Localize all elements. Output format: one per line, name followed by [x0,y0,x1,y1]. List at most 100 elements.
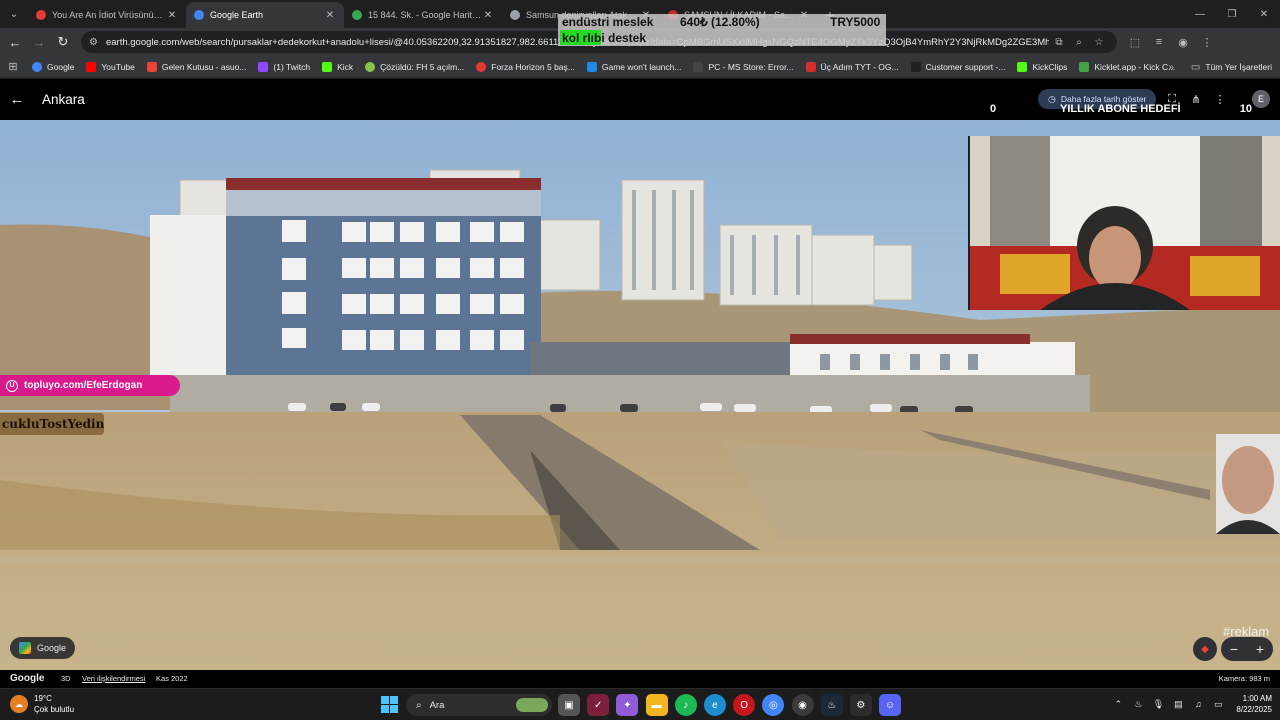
tray-steam-icon[interactable]: ♨ [1128,699,1148,710]
bookmark-twitch[interactable]: (1) Twitch [252,57,316,77]
google-earth-favicon-icon [194,10,204,20]
back-arrow-icon[interactable]: ← [3,30,27,54]
google-earth-logo-icon [19,642,31,654]
all-bookmarks-folder[interactable]: ▭ Tüm Yer İşaretleri [1191,56,1272,78]
restore-icon[interactable]: ❐ [1216,0,1248,28]
bookmark-customer-support[interactable]: Customer support -... [905,57,1012,77]
steam-icon[interactable]: ♨ [820,694,843,716]
tab-search-icon[interactable]: ⌄ [0,0,28,28]
window-controls: — ❐ ✕ [1184,0,1280,28]
minimize-icon[interactable]: — [1184,0,1216,28]
open-in-app-icon[interactable]: ⧉ [1049,37,1069,48]
zoom-magnifier-icon[interactable]: ⌕ [1069,37,1089,48]
discord-icon[interactable]: ☺ [879,694,902,716]
topluyo-icon: U [6,379,18,392]
zoom-out-icon[interactable]: − [1230,641,1238,657]
forward-arrow-icon[interactable]: → [27,30,51,54]
gmail-icon [146,61,157,72]
more-bookmarks-chevron-icon[interactable]: » [1168,56,1174,78]
kick-icon [322,61,333,72]
bookmark-game-launch[interactable]: Game won't launch... [581,57,688,77]
streamer-webcam [968,136,1280,310]
compass-icon[interactable]: ◆ [1193,637,1217,661]
tray-chevron-up-icon[interactable]: ⌃ [1108,699,1128,710]
google-icon [32,61,42,72]
spotify-icon[interactable]: ♪ [674,694,697,716]
copilot-icon[interactable]: ✦ [616,694,639,716]
subscriber-goal-title: YILLIK ABONE HEDEFİ [1060,103,1181,115]
earth-status-bar: Google 3D Veri ilişkilendirmesi Kas 2022… [0,670,1280,688]
file-explorer-icon[interactable]: ▬ [645,694,668,716]
system-tray: ⌃ ♨ 🎙 ▤ ♫ ▭ 1:00 AM 8/22/2025 [1108,693,1272,715]
weather-widget[interactable]: ☁ 19°C Çok bulutlu [10,693,74,715]
data-attribution-link[interactable]: Veri ilişkilendirmesi [82,674,145,683]
bookmark-star-icon[interactable]: ☆ [1089,37,1109,48]
tab-google-maps[interactable]: 15 844. Sk. - Google Haritalar ✕ [344,2,502,28]
apps-grid-icon[interactable]: ⊞ [0,60,26,73]
bookmark-ms-store[interactable]: PC - MS Store: Error... [687,57,799,77]
opera-icon[interactable]: O [733,694,756,716]
edge-icon[interactable]: e [703,694,726,716]
site-info-icon[interactable]: ⚙ [89,37,98,48]
battery-icon[interactable]: ▭ [1208,699,1228,710]
bookmark-gmail[interactable]: Gelen Kutusu - asuo... [141,57,253,77]
close-window-icon[interactable]: ✕ [1248,0,1280,28]
editor-app-icon[interactable]: ✓ [587,694,610,716]
donation-goal-widget: endüstri meslek kol rlıbi destek 640₺ (1… [558,14,886,46]
volume-icon[interactable]: ♫ [1188,699,1208,709]
zoom-in-icon[interactable]: + [1256,641,1264,657]
chrome-icon[interactable]: ◎ [762,694,785,716]
tab-google-earth[interactable]: Google Earth ✕ [186,2,344,28]
close-tab-icon[interactable]: ✕ [482,10,494,21]
search-highlight-icon [516,698,548,712]
bookmark-kicklet[interactable]: Kicklet.app - Kick C... [1073,57,1181,77]
3d-toggle[interactable]: 3D [61,674,71,683]
weather-description: Çok bulutlu [34,705,75,714]
bookmark-kick[interactable]: Kick [316,57,359,77]
zoom-controls: − + [1221,637,1273,661]
bookmark-youtube[interactable]: YouTube [80,57,140,77]
reload-icon[interactable]: ↻ [51,30,75,54]
close-tab-icon[interactable]: ✕ [166,10,178,21]
settings-gear-icon[interactable]: ⚙ [849,694,872,716]
weather-temperature: 19°C [34,694,52,703]
youtube-icon [805,61,816,72]
forum-icon [365,61,376,72]
map-controls: ◆ − + [1193,637,1273,661]
bookmark-forza[interactable]: Forza Horizon 5 baş... [470,57,581,77]
guest-webcam-image [1216,434,1280,534]
taskbar-search[interactable]: ⌕ Ara [406,694,552,716]
extensions-puzzle-icon[interactable]: ⬚ [1123,30,1147,54]
close-tab-icon[interactable]: ✕ [324,10,336,21]
youtube-favicon-icon [36,10,46,20]
media-controls-icon[interactable]: ≡ [1147,30,1171,54]
subscriber-goal-current: 0 [990,103,997,115]
forza-icon [476,61,487,72]
network-icon[interactable]: ▤ [1168,699,1188,710]
place-title: Ankara [42,92,85,107]
earth-back-arrow-icon[interactable]: ← [0,91,34,108]
kicklet-icon [1079,61,1090,72]
bookmark-uc-adim[interactable]: Üç Adım TYT - OG... [800,57,905,77]
taskbar-clock[interactable]: 1:00 AM 8/22/2025 [1236,693,1272,715]
tab-idiot-virus[interactable]: You Are An İdiot Virüsünün Hik ✕ [28,2,186,28]
kick-icon [1017,61,1028,72]
folder-icon: ▭ [1190,61,1201,73]
obs-icon[interactable]: ◉ [791,694,814,716]
microphone-icon[interactable]: 🎙 [1148,699,1168,710]
chrome-menu-icon[interactable]: ⋮ [1195,30,1219,54]
subscriber-goal-target: 10 [1239,103,1252,115]
bookmark-kickclips[interactable]: KickClips [1011,57,1073,77]
imagery-date: Kas 2022 [156,674,188,683]
screen: ⌄ You Are An İdiot Virüsünün Hik ✕ Googl… [0,0,1280,720]
search-icon: ⌕ [416,699,422,711]
google-attribution-button[interactable]: Google [10,637,76,659]
windows-start-icon[interactable] [381,696,398,713]
donation-title-line1: endüstri meslek [562,15,654,29]
bookmark-fh5-solved[interactable]: Çözüldü: FH 5 açılm... [359,57,470,77]
bookmark-google[interactable]: Google [26,57,80,77]
profile-icon[interactable]: ◉ [1171,30,1195,54]
google-wordmark: Google [10,673,45,684]
wooden-sign-overlay: cukluTostYedin [0,413,104,435]
task-view-icon[interactable]: ▣ [558,694,580,716]
